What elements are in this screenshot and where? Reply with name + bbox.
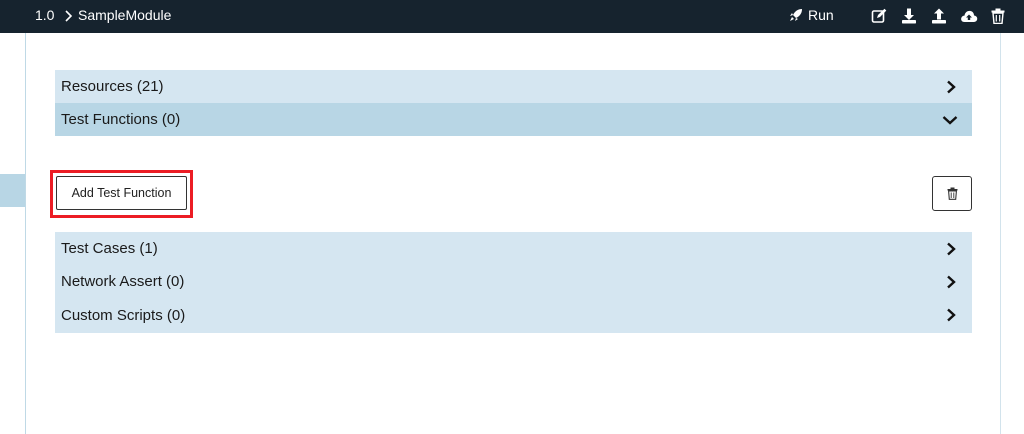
section-custom-scripts[interactable]: Custom Scripts (0)	[55, 298, 972, 333]
upload-icon[interactable]	[931, 8, 947, 24]
download-icon[interactable]	[901, 8, 917, 24]
cloud-upload-icon[interactable]	[960, 8, 978, 24]
chevron-right-icon	[65, 10, 73, 22]
chevron-right-icon	[947, 80, 956, 94]
section-test-functions[interactable]: Test Functions (0)	[55, 103, 972, 136]
section-label: Network Assert (0)	[61, 273, 185, 290]
chevron-down-icon	[942, 116, 958, 125]
section-test-cases[interactable]: Test Cases (1)	[55, 232, 972, 265]
section-network-assert[interactable]: Network Assert (0)	[55, 265, 972, 298]
top-bar: 1.0 SampleModule Run	[0, 0, 1024, 33]
add-test-function-button[interactable]: Add Test Function	[56, 176, 187, 210]
chevron-right-icon	[947, 242, 956, 256]
run-button[interactable]: Run	[789, 6, 834, 24]
breadcrumb-module[interactable]: SampleModule	[78, 7, 171, 23]
section-label: Custom Scripts (0)	[61, 307, 186, 324]
delete-button[interactable]	[932, 176, 972, 211]
divider	[25, 33, 26, 434]
chevron-right-icon	[947, 275, 956, 289]
edit-icon[interactable]	[871, 8, 887, 24]
chevron-right-icon	[947, 308, 956, 322]
section-resources[interactable]: Resources (21)	[55, 70, 972, 103]
trash-icon[interactable]	[991, 8, 1005, 24]
trash-icon	[947, 187, 957, 200]
section-label: Test Functions (0)	[61, 111, 181, 128]
section-label: Test Cases (1)	[61, 240, 158, 257]
divider	[1000, 33, 1001, 434]
section-label: Resources (21)	[61, 78, 164, 95]
run-label: Run	[808, 7, 834, 23]
rocket-icon	[790, 9, 802, 21]
left-panel-tab[interactable]	[0, 174, 25, 207]
breadcrumb-version[interactable]: 1.0	[35, 7, 54, 23]
